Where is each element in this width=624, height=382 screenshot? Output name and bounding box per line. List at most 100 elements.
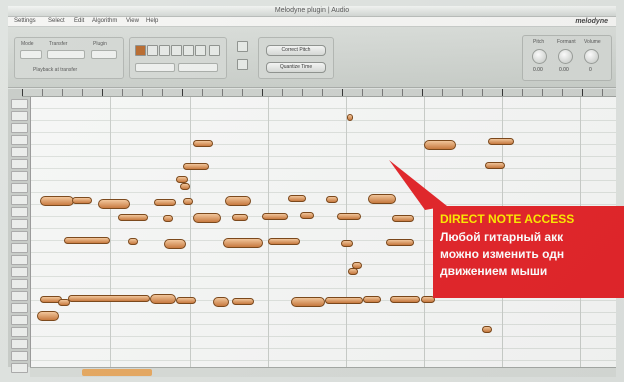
bar-line: [346, 97, 347, 367]
note-blob[interactable]: [40, 196, 74, 206]
scroll-icon[interactable]: [237, 59, 248, 70]
menu-select[interactable]: Select: [48, 17, 65, 26]
plugin-field[interactable]: [91, 50, 117, 59]
scrollbar-thumb[interactable]: [82, 369, 152, 376]
note-blob[interactable]: [193, 213, 221, 223]
pitch-key: [11, 243, 28, 253]
note-blob[interactable]: [390, 296, 420, 303]
ruler-tick: [342, 89, 343, 96]
note-blob[interactable]: [183, 163, 209, 170]
menu-view[interactable]: View: [126, 17, 139, 26]
note-blob[interactable]: [176, 176, 188, 183]
scissors-tool-icon[interactable]: [209, 45, 220, 56]
note-blob[interactable]: [424, 140, 456, 150]
pitch-key: [11, 123, 28, 133]
menu-settings[interactable]: Settings: [14, 17, 36, 26]
note-blob[interactable]: [176, 297, 196, 304]
note-blob[interactable]: [268, 238, 300, 245]
quantize-time-button[interactable]: Quantize Time: [266, 62, 326, 73]
note-blob[interactable]: [337, 213, 361, 220]
transfer-buttons[interactable]: [47, 50, 85, 59]
note-blob[interactable]: [150, 294, 176, 304]
note-blob[interactable]: [64, 237, 110, 244]
note-blob[interactable]: [154, 199, 176, 206]
mode-label: Mode: [21, 41, 34, 47]
correct-pitch-button[interactable]: Correct Pitch: [266, 45, 326, 56]
note-blob[interactable]: [363, 296, 381, 303]
note-blob[interactable]: [386, 239, 414, 246]
ruler-tick: [482, 89, 483, 96]
ruler-tick: [202, 89, 203, 96]
note-blob[interactable]: [183, 198, 193, 205]
menu-edit[interactable]: Edit: [74, 17, 84, 26]
separation-tool-icon[interactable]: [195, 45, 206, 56]
volume-knob[interactable]: [584, 49, 599, 64]
melodyne-logo: melodyne: [575, 18, 608, 25]
note-blob[interactable]: [223, 238, 263, 248]
note-blob[interactable]: [213, 297, 229, 307]
transport-group: Mode Transfer Plugin Playback at transfe…: [14, 37, 124, 79]
note-blob[interactable]: [300, 212, 314, 219]
note-blob[interactable]: [488, 138, 514, 145]
title-bar: Melodyne plugin | Audio: [8, 6, 616, 17]
menu-bar: Settings Select Edit Algorithm View Help…: [8, 17, 616, 27]
note-blob[interactable]: [98, 199, 130, 209]
correction-group: Correct Pitch Quantize Time: [258, 37, 334, 79]
pitch-key: [11, 195, 28, 205]
note-blob[interactable]: [347, 114, 353, 121]
menu-algorithm[interactable]: Algorithm: [92, 17, 117, 26]
pitch-key: [11, 363, 28, 373]
note-blob[interactable]: [225, 196, 251, 206]
formant-knob[interactable]: [558, 49, 573, 64]
note-blob[interactable]: [72, 197, 92, 204]
time-ruler[interactable]: [22, 89, 616, 97]
pitch-tool-icon[interactable]: [147, 45, 158, 56]
note-blob[interactable]: [348, 268, 358, 275]
note-blob[interactable]: [291, 297, 325, 307]
tool-field-left: [135, 63, 175, 72]
timing-tool-icon[interactable]: [183, 45, 194, 56]
note-blob[interactable]: [163, 215, 173, 222]
mode-field[interactable]: [20, 50, 42, 59]
pitch-ruler[interactable]: [8, 89, 31, 373]
note-blob[interactable]: [118, 214, 148, 221]
note-blob[interactable]: [392, 215, 414, 222]
note-blob[interactable]: [232, 214, 248, 221]
ruler-tick: [442, 89, 443, 96]
main-tool-icon[interactable]: [135, 45, 146, 56]
amplitude-tool-icon[interactable]: [171, 45, 182, 56]
pitch-knob[interactable]: [532, 49, 547, 64]
note-blob[interactable]: [325, 297, 363, 304]
ruler-tick: [602, 89, 603, 96]
note-blob[interactable]: [262, 213, 288, 220]
zoom-icon[interactable]: [237, 41, 248, 52]
tool-field-right: [178, 63, 218, 72]
transfer-label: Transfer: [49, 41, 68, 47]
callout-heading: DIRECT NOTE ACCESS: [440, 212, 575, 226]
note-blob[interactable]: [128, 238, 138, 245]
window-title: Melodyne plugin | Audio: [274, 7, 350, 14]
note-blob[interactable]: [193, 140, 213, 147]
note-blob[interactable]: [164, 239, 186, 249]
formant-tool-icon[interactable]: [159, 45, 170, 56]
note-blob[interactable]: [326, 196, 338, 203]
bar-line: [190, 97, 191, 367]
note-blob[interactable]: [232, 298, 254, 305]
note-blob[interactable]: [180, 183, 190, 190]
ruler-tick: [362, 89, 363, 96]
ruler-tick: [562, 89, 563, 96]
toolbar: Mode Transfer Plugin Playback at transfe…: [8, 27, 616, 88]
note-blob[interactable]: [485, 162, 505, 169]
note-blob[interactable]: [482, 326, 492, 333]
note-blob[interactable]: [288, 195, 306, 202]
pitch-value: 0.00: [533, 67, 543, 73]
menu-help[interactable]: Help: [146, 17, 158, 26]
pitch-knob-label: Pitch: [533, 39, 545, 45]
note-blob[interactable]: [68, 295, 150, 302]
pitch-key: [11, 207, 28, 217]
playback-caption: Playback at transfer: [33, 67, 78, 73]
note-blob[interactable]: [341, 240, 353, 247]
callout-line-2: можно изменить одн: [440, 247, 565, 261]
note-blob[interactable]: [37, 311, 59, 321]
horizontal-scrollbar[interactable]: [30, 367, 616, 377]
